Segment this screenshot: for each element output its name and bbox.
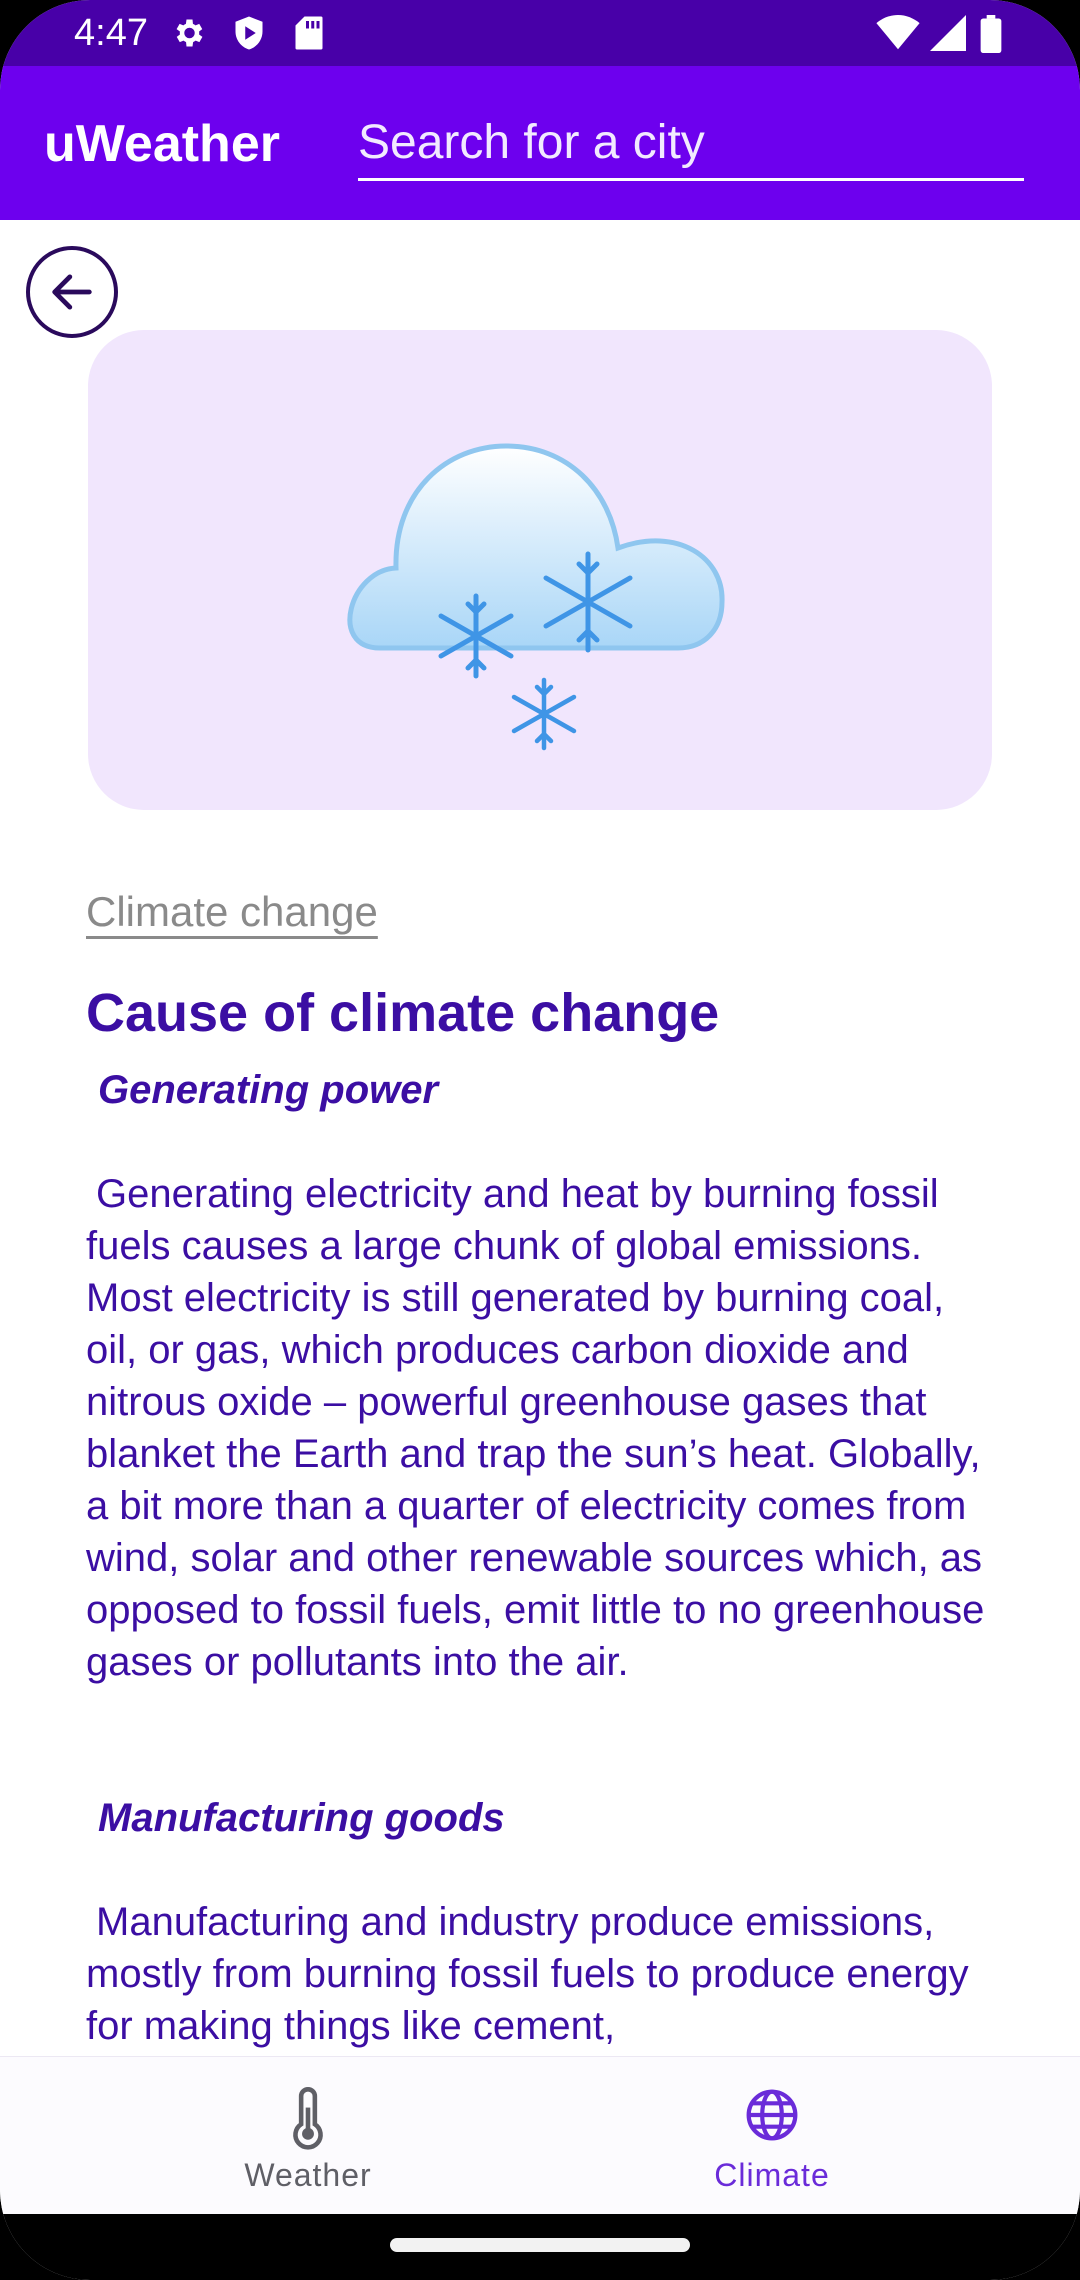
play-protect-icon bbox=[235, 16, 263, 50]
globe-icon bbox=[746, 2089, 798, 2141]
gear-icon bbox=[176, 19, 203, 47]
nav-label-climate: Climate bbox=[714, 2157, 830, 2193]
nav-item-weather[interactable]: Weather bbox=[158, 2057, 458, 2215]
status-time: 4:47 bbox=[74, 12, 148, 54]
subheading-manufacturing-goods: Manufacturing goods bbox=[98, 1796, 505, 1840]
wifi-icon bbox=[876, 15, 920, 50]
thermometer-icon bbox=[293, 2087, 323, 2150]
paragraph-manufacturing-goods: Manufacturing and industry produce emiss… bbox=[86, 1900, 969, 2048]
arrow-left-icon bbox=[52, 274, 92, 310]
gesture-bar bbox=[0, 2214, 1080, 2280]
app-screen: 4:47 uWeather Search for a city Climate … bbox=[0, 0, 1080, 2280]
app-title: uWeather bbox=[44, 115, 280, 173]
sd-card-icon bbox=[295, 16, 323, 50]
city-search-input[interactable] bbox=[358, 106, 1024, 181]
snow-cloud-icon bbox=[347, 443, 725, 751]
section-title: Cause of climate change bbox=[86, 983, 720, 1043]
back-button[interactable] bbox=[26, 246, 118, 338]
climate-change-link[interactable]: Climate change bbox=[86, 888, 378, 936]
subheading-generating-power: Generating power bbox=[98, 1068, 439, 1112]
cell-signal-icon bbox=[930, 15, 966, 51]
app-bar: uWeather bbox=[0, 66, 1080, 220]
battery-icon bbox=[980, 15, 1002, 53]
nav-item-climate[interactable]: Climate bbox=[622, 2057, 922, 2215]
nav-label-weather: Weather bbox=[244, 2157, 372, 2193]
status-bar: 4:47 bbox=[0, 0, 1080, 66]
article-content[interactable]: Climate change Cause of climate change G… bbox=[0, 220, 1080, 2056]
weather-illustration-card bbox=[88, 330, 992, 810]
paragraph-generating-power: Generating electricity and heat by burni… bbox=[86, 1172, 985, 1684]
bottom-navigation: Weather Climate bbox=[0, 2056, 1080, 2215]
home-gesture-handle[interactable] bbox=[390, 2238, 690, 2252]
